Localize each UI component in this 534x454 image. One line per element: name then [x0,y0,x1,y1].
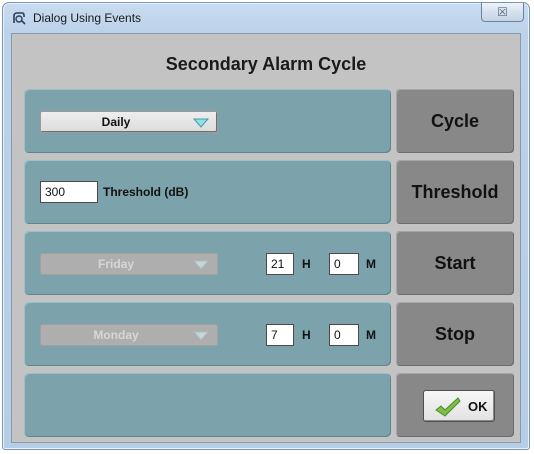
stop-hour-input[interactable]: 7 [266,324,294,346]
stop-day-value: Monday [93,328,139,342]
threshold-label: Threshold (dB) [103,185,189,199]
threshold-panel: 300 Threshold (dB) [24,160,391,224]
chevron-down-icon [193,118,209,128]
cycle-panel: Daily [24,89,391,153]
stop-panel: Monday 7 H 0 M [24,302,391,366]
ok-label: OK [468,399,488,414]
chevron-down-icon [193,331,209,341]
start-minute-unit: M [366,257,376,271]
cycle-dropdown[interactable]: Daily [40,111,218,133]
start-hour-unit: H [302,257,311,271]
stop-day-dropdown[interactable]: Monday [40,324,218,346]
start-day-value: Friday [97,257,134,271]
start-panel: Friday 21 H 0 M [24,231,391,295]
threshold-input[interactable]: 300 [40,181,98,203]
dialog-window: Dialog Using Events ☒ Secondary Alarm Cy… [2,2,530,450]
chevron-down-icon [193,260,209,270]
checkmark-icon [435,397,461,417]
stop-button[interactable]: Stop [396,302,514,366]
start-button[interactable]: Start [396,231,514,295]
app-icon [13,12,26,25]
start-day-dropdown[interactable]: Friday [40,253,218,275]
dialog-heading: Secondary Alarm Cycle [165,54,367,74]
start-hour-input[interactable]: 21 [266,253,294,275]
close-button[interactable]: ☒ [481,3,524,22]
cycle-button[interactable]: Cycle [396,89,514,153]
title-bar[interactable]: Dialog Using Events ☒ [3,3,529,33]
dialog-client-area: Secondary Alarm Cycle Daily Cycle 300 Th… [11,33,521,443]
window-title: Dialog Using Events [33,11,142,25]
cycle-dropdown-value: Daily [101,115,131,129]
close-icon: ☒ [497,5,508,19]
threshold-button[interactable]: Threshold [396,160,514,224]
start-minute-input[interactable]: 0 [329,253,359,275]
stop-hour-unit: H [302,328,311,342]
empty-panel [24,373,391,437]
stop-minute-unit: M [366,328,376,342]
stop-minute-input[interactable]: 0 [329,324,359,346]
ok-button[interactable]: OK [423,390,495,422]
